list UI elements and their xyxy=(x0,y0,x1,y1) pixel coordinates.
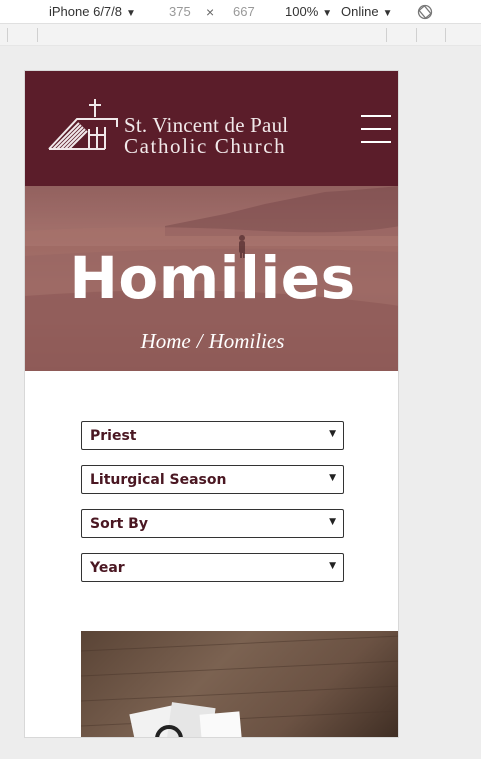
dropdown-arrow-icon: ▼ xyxy=(329,561,336,571)
year-select[interactable]: Year ▼ xyxy=(81,553,344,582)
select-label: Priest xyxy=(90,428,137,444)
device-select[interactable]: iPhone 6/7/8 ▼ xyxy=(49,4,136,19)
church-building-icon xyxy=(48,99,118,150)
device-label: iPhone 6/7/8 xyxy=(49,4,123,19)
page-hero: Homilies Home / Homilies xyxy=(25,186,398,371)
homily-card-image[interactable] xyxy=(81,631,398,737)
ruler-divider xyxy=(416,28,417,42)
select-label: Year xyxy=(90,560,125,576)
dropdown-arrow-icon: ▼ xyxy=(329,517,336,527)
viewport-width-input[interactable]: 375 xyxy=(169,4,191,19)
page-title: Homilies xyxy=(69,244,356,312)
logo-text-line2: Catholic Church xyxy=(124,134,287,158)
devtools-toolbar: iPhone 6/7/8 ▼ 375 × 667 100% ▼ Online ▼ xyxy=(0,0,481,24)
dropdown-arrow-icon: ▼ xyxy=(329,473,336,483)
homily-filters: Priest ▼ Liturgical Season ▼ Sort By ▼ Y… xyxy=(81,421,344,597)
ruler-divider xyxy=(37,28,38,42)
zoom-select[interactable]: 100% ▼ xyxy=(285,4,332,19)
rotate-icon[interactable] xyxy=(417,4,433,20)
breadcrumb: Home / Homilies xyxy=(25,329,398,354)
chevron-down-icon: ▼ xyxy=(126,8,136,19)
device-viewport: St. Vincent de Paul Catholic Church Homi… xyxy=(24,70,399,738)
breadcrumb-separator: / xyxy=(196,329,203,353)
viewport-height-input[interactable]: 667 xyxy=(233,4,255,19)
sort-by-select[interactable]: Sort By ▼ xyxy=(81,509,344,538)
priest-select[interactable]: Priest ▼ xyxy=(81,421,344,450)
ruler-divider xyxy=(445,28,446,42)
cards-on-table-image xyxy=(81,635,398,737)
chevron-down-icon: ▼ xyxy=(322,8,333,19)
select-label: Liturgical Season xyxy=(90,472,227,488)
church-logo[interactable]: St. Vincent de Paul Catholic Church xyxy=(47,97,297,158)
network-throttle-select[interactable]: Online ▼ xyxy=(341,4,392,19)
network-label: Online xyxy=(341,4,379,19)
chevron-down-icon: ▼ xyxy=(382,8,393,19)
media-query-ruler[interactable] xyxy=(0,24,481,46)
select-label: Sort By xyxy=(90,516,148,532)
breadcrumb-home-link[interactable]: Home xyxy=(141,329,191,353)
ruler-divider xyxy=(386,28,387,42)
site-header: St. Vincent de Paul Catholic Church xyxy=(25,71,398,186)
liturgical-season-select[interactable]: Liturgical Season ▼ xyxy=(81,465,344,494)
hamburger-icon[interactable] xyxy=(361,115,393,145)
ruler-divider xyxy=(7,28,8,42)
dropdown-arrow-icon: ▼ xyxy=(329,429,336,439)
breadcrumb-current: Homilies xyxy=(208,329,285,353)
dimension-times-symbol: × xyxy=(206,4,215,20)
zoom-label: 100% xyxy=(285,4,319,19)
